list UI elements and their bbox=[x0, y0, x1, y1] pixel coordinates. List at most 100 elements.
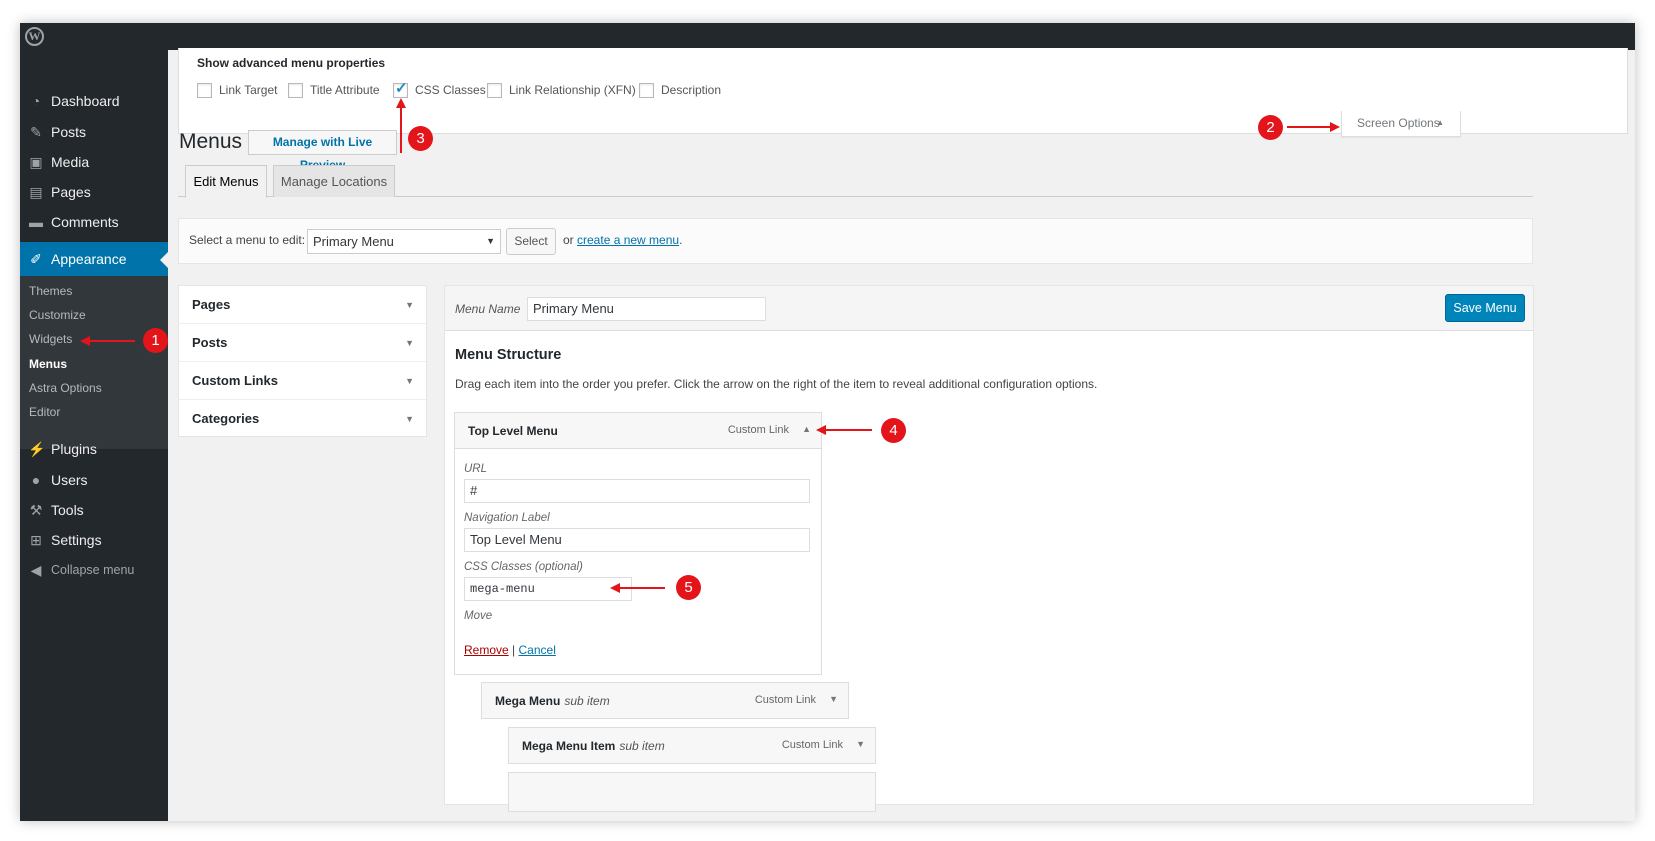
css-classes-label: CSS Classes (optional) bbox=[464, 561, 583, 573]
sidebar-item-label: Comments bbox=[51, 214, 119, 230]
annotation-arrow bbox=[619, 587, 665, 589]
option-title-attribute[interactable]: Title Attribute bbox=[288, 81, 380, 99]
accordion-posts[interactable]: Posts ▼ bbox=[179, 324, 426, 362]
add-items-accordion: Pages ▼ Posts ▼ Custom Links ▼ Categories ▼ bbox=[178, 285, 427, 437]
screen-options-tab[interactable]: Screen Options ▲ bbox=[1341, 111, 1461, 137]
chevron-down-icon: ▼ bbox=[405, 414, 414, 424]
sidebar-item-comments[interactable]: ▬ Comments bbox=[20, 206, 168, 238]
submenu-item-customize[interactable]: Customize bbox=[29, 308, 86, 322]
dropdown-arrow-icon: ▼ bbox=[486, 236, 495, 246]
create-new-menu-link[interactable]: create a new menu bbox=[577, 233, 679, 247]
annotation-arrowhead bbox=[1330, 122, 1340, 132]
annotation-arrow bbox=[90, 340, 135, 342]
menu-item-partial[interactable] bbox=[508, 772, 876, 812]
create-menu-text: or create a new menu. bbox=[563, 233, 683, 247]
menu-item-mega-menu-item[interactable]: Mega Menu Item sub item Custom Link ▼ bbox=[508, 727, 876, 764]
wordpress-logo-icon[interactable]: W bbox=[25, 27, 44, 46]
select-menu-label: Select a menu to edit: bbox=[189, 233, 306, 247]
sidebar-item-label: Appearance bbox=[51, 251, 127, 267]
sidebar-item-settings[interactable]: ⊞ Settings bbox=[20, 524, 168, 556]
annotation-badge-1: 1 bbox=[143, 328, 168, 353]
menu-item-type: Custom Link bbox=[727, 424, 789, 436]
menu-name-input[interactable]: Primary Menu bbox=[527, 297, 766, 321]
title-attribute-checkbox[interactable] bbox=[288, 83, 303, 98]
sidebar-item-label: Media bbox=[51, 154, 90, 170]
collapse-arrow-icon: ◀ bbox=[30, 562, 42, 578]
annotation-arrow bbox=[400, 107, 402, 153]
url-input[interactable]: # bbox=[464, 479, 810, 503]
css-classes-input[interactable]: mega-menu bbox=[464, 577, 632, 601]
chevron-up-icon[interactable]: ▲ bbox=[802, 424, 811, 434]
comments-icon: ▬ bbox=[29, 214, 43, 230]
wrench-icon: ⚒ bbox=[29, 502, 43, 518]
menu-item-settings: URL # Navigation Label Top Level Menu CS… bbox=[454, 449, 822, 675]
submenu-item-menus[interactable]: Menus bbox=[29, 357, 67, 371]
save-menu-button[interactable]: Save Menu bbox=[1445, 294, 1525, 322]
sidebar-item-label: Settings bbox=[51, 532, 102, 548]
menu-dropdown[interactable]: Primary Menu ▼ bbox=[307, 229, 501, 254]
collapse-menu-button[interactable]: ◀ Collapse menu bbox=[20, 554, 168, 586]
manage-live-preview-button[interactable]: Manage with Live Preview bbox=[248, 130, 397, 172]
select-button[interactable]: Select bbox=[506, 228, 556, 255]
sidebar-item-appearance[interactable]: ✐ Appearance bbox=[20, 242, 168, 276]
accordion-categories[interactable]: Categories ▼ bbox=[179, 400, 426, 438]
pushpin-icon: ✎ bbox=[30, 124, 42, 140]
sidebar-item-plugins[interactable]: ⚡ Plugins bbox=[20, 433, 168, 465]
navigation-label-input[interactable]: Top Level Menu bbox=[464, 528, 810, 552]
sidebar-item-media[interactable]: ▣ Media bbox=[20, 146, 168, 178]
paintbrush-icon: ✐ bbox=[30, 251, 42, 267]
navigation-label-label: Navigation Label bbox=[464, 512, 550, 524]
sidebar-item-label: Plugins bbox=[51, 441, 97, 457]
menu-select-bar: Select a menu to edit: Primary Menu ▼ Sel… bbox=[178, 218, 1533, 264]
sidebar-item-label: Users bbox=[51, 472, 88, 488]
chevron-down-icon: ▼ bbox=[405, 376, 414, 386]
submenu-item-widgets[interactable]: Widgets bbox=[29, 332, 72, 346]
accordion-pages[interactable]: Pages ▼ bbox=[179, 286, 426, 324]
menu-structure-description: Drag each item into the order you prefer… bbox=[455, 377, 1098, 391]
submenu-item-themes[interactable]: Themes bbox=[29, 284, 72, 298]
option-link-target[interactable]: Link Target bbox=[197, 81, 277, 99]
chevron-down-icon: ▼ bbox=[405, 300, 414, 310]
link-target-checkbox[interactable] bbox=[197, 83, 212, 98]
sidebar-item-label: Pages bbox=[51, 184, 91, 200]
sidebar-item-tools[interactable]: ⚒ Tools bbox=[20, 494, 168, 526]
tab-manage-locations[interactable]: Manage Locations bbox=[273, 165, 395, 197]
cancel-link[interactable]: Cancel bbox=[519, 643, 556, 657]
option-link-relationship[interactable]: Link Relationship (XFN) bbox=[487, 81, 636, 99]
link-relationship-checkbox[interactable] bbox=[487, 83, 502, 98]
css-classes-checkbox[interactable] bbox=[393, 80, 408, 98]
plugin-icon: ⚡ bbox=[28, 441, 46, 457]
sidebar-item-users[interactable]: ● Users bbox=[20, 464, 168, 496]
sidebar-item-pages[interactable]: ▤ Pages bbox=[20, 176, 168, 208]
description-checkbox[interactable] bbox=[639, 83, 654, 98]
menu-item-top-level[interactable]: Top Level Menu Custom Link ▲ bbox=[454, 412, 822, 449]
tab-edit-menus[interactable]: Edit Menus bbox=[185, 165, 267, 198]
menu-item-mega-menu[interactable]: Mega Menu sub item Custom Link ▼ bbox=[481, 682, 849, 719]
annotation-badge-2: 2 bbox=[1258, 115, 1283, 140]
users-icon: ● bbox=[31, 472, 41, 488]
sidebar-item-label: Tools bbox=[51, 502, 84, 518]
remove-link[interactable]: Remove bbox=[464, 643, 509, 657]
admin-bar: W bbox=[20, 23, 1635, 50]
collapse-menu-label: Collapse menu bbox=[51, 563, 135, 577]
sidebar-item-posts[interactable]: ✎ Posts bbox=[20, 116, 168, 148]
menu-editor-header: Menu Name Primary Menu Save Menu bbox=[445, 286, 1533, 331]
url-label: URL bbox=[464, 463, 488, 475]
sidebar-item-dashboard[interactable]: ◔ Dashboard bbox=[20, 85, 168, 117]
submenu-item-editor[interactable]: Editor bbox=[29, 405, 60, 419]
option-description[interactable]: Description bbox=[639, 81, 721, 99]
appearance-submenu: Themes Customize Widgets Menus Astra Opt… bbox=[20, 276, 168, 449]
screen-options-title: Show advanced menu properties bbox=[197, 56, 386, 70]
move-label: Move bbox=[464, 610, 493, 622]
item-actions: Remove | Cancel bbox=[464, 643, 556, 657]
submenu-item-astra-options[interactable]: Astra Options bbox=[29, 381, 102, 395]
annotation-arrow bbox=[825, 429, 872, 431]
accordion-custom-links[interactable]: Custom Links ▼ bbox=[179, 362, 426, 400]
page-title: Menus bbox=[179, 130, 243, 153]
chevron-down-icon[interactable]: ▼ bbox=[856, 739, 865, 749]
option-css-classes[interactable]: CSS Classes bbox=[393, 80, 486, 99]
pages-icon: ▤ bbox=[29, 184, 43, 200]
annotation-arrow bbox=[1287, 126, 1331, 128]
chevron-down-icon[interactable]: ▼ bbox=[829, 694, 838, 704]
menu-item-title: Mega Menu sub item bbox=[495, 694, 610, 708]
